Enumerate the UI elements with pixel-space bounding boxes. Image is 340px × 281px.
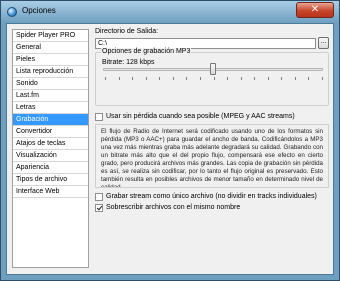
bitrate-label: Bitrate: 128 kbps: [102, 59, 155, 66]
sidebar-item-tipos-de-archivo[interactable]: Tipos de archivo: [13, 174, 88, 186]
slider-tick: [254, 77, 256, 80]
browse-button[interactable]: ...: [318, 37, 329, 49]
slider-tick: [267, 77, 269, 80]
bitrate-slider-ticks: [105, 77, 323, 80]
slider-tick: [322, 77, 323, 80]
lossless-checkbox[interactable]: [95, 113, 103, 121]
sidebar-item-apariencia[interactable]: Apariencia: [13, 162, 88, 174]
sidebar-item-general[interactable]: General: [13, 42, 88, 54]
output-directory-label: Directorio de Salida:: [95, 28, 159, 35]
sidebar-item-visualizacion[interactable]: Visualización: [13, 150, 88, 162]
sidebar-item-interface-web[interactable]: Interface Web: [13, 186, 88, 198]
lossless-info-text: El flujo de Radio de Internet será codif…: [95, 124, 329, 188]
sidebar-item-last-fm[interactable]: Last.fm: [13, 90, 88, 102]
slider-tick: [186, 77, 188, 80]
sidebar-item-convertidor[interactable]: Convertidor: [13, 126, 88, 138]
options-window: Opciones ✕ Spider Player PRO General Piele…: [0, 0, 340, 281]
slider-tick: [240, 77, 242, 80]
slider-tick: [159, 77, 161, 80]
dialog-client-area: Spider Player PRO General Pieles Lista repr…: [6, 23, 334, 275]
title-bar[interactable]: Opciones ✕: [1, 1, 339, 23]
overwrite-checkbox[interactable]: [95, 204, 103, 212]
slider-tick: [281, 77, 283, 80]
slider-tick: [308, 77, 310, 80]
slider-tick: [172, 77, 174, 80]
slider-tick: [132, 77, 134, 80]
single-file-checkbox[interactable]: [95, 193, 103, 201]
mp3-options-title: Opciones de grabación MP3: [101, 48, 192, 55]
window-title: Opciones: [22, 6, 56, 15]
slider-tick: [145, 77, 147, 80]
close-button[interactable]: ✕: [296, 2, 334, 18]
single-file-checkbox-label[interactable]: Grabar stream como único archivo (no div…: [106, 193, 317, 200]
sidebar-item-grabacion[interactable]: Grabación: [13, 114, 88, 126]
slider-tick: [294, 77, 296, 80]
spider-player-logo-icon: [7, 7, 17, 17]
settings-category-list[interactable]: Spider Player PRO General Pieles Lista repr…: [12, 29, 89, 268]
lossless-checkbox-label[interactable]: Usar sin pérdida cuando sea posible (MPE…: [106, 113, 295, 120]
slider-tick: [199, 77, 201, 80]
sidebar-item-spider-player-pro[interactable]: Spider Player PRO: [13, 30, 88, 42]
sidebar-item-pieles[interactable]: Pieles: [13, 54, 88, 66]
sidebar-item-lista-reproduccion[interactable]: Lista reproducción: [13, 66, 88, 78]
slider-tick: [118, 77, 120, 80]
slider-tick: [105, 77, 106, 80]
sidebar-item-letras[interactable]: Letras: [13, 102, 88, 114]
sidebar-item-atajos-de-teclas[interactable]: Atajos de teclas: [13, 138, 88, 150]
overwrite-checkbox-label[interactable]: Sobrescribir archivos con el mismo nombr…: [106, 204, 240, 211]
slider-tick: [213, 77, 215, 80]
sidebar-item-sonido[interactable]: Sonido: [13, 78, 88, 90]
recording-settings-panel: Directorio de Salida: ... Opciones de gr…: [93, 24, 333, 274]
slider-tick: [227, 77, 229, 80]
bitrate-slider-thumb[interactable]: [210, 63, 216, 75]
